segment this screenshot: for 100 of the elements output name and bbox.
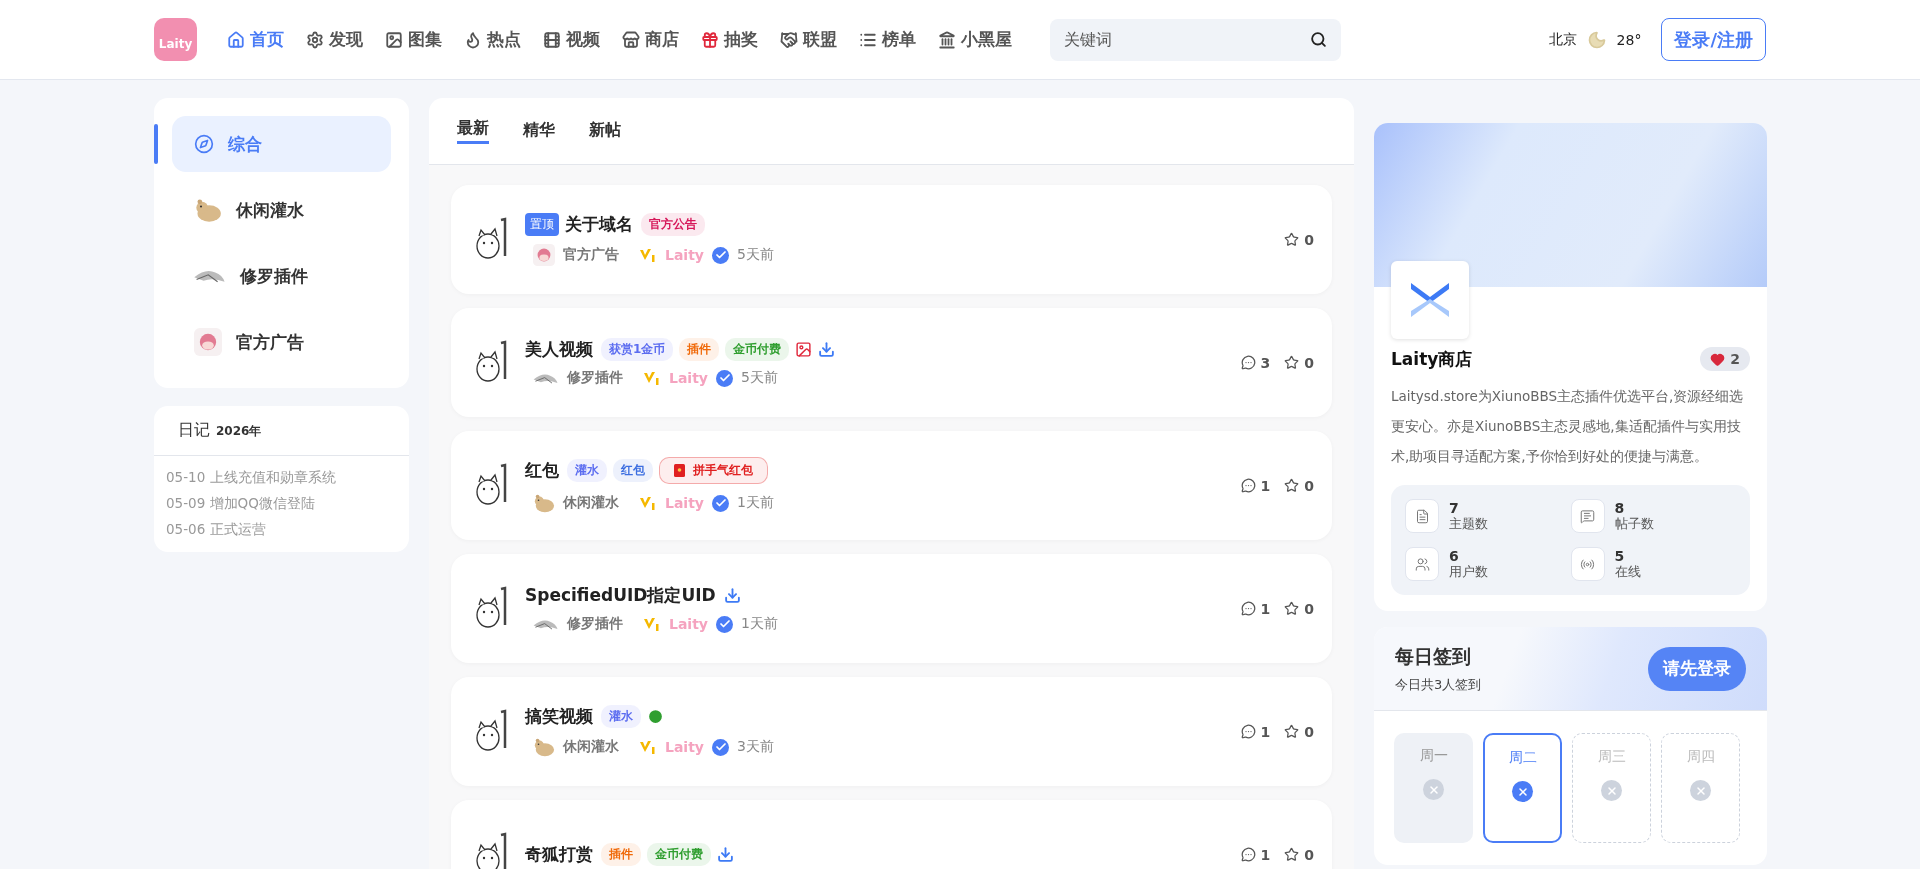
forum-name[interactable]: 修罗插件 — [567, 615, 623, 633]
post-card[interactable]: 奇狐打赏 插件 金币付费 1 0 — [451, 800, 1332, 869]
broadcast-icon — [1570, 547, 1605, 581]
post-tag: 红包 — [613, 459, 653, 482]
comment-count: 1 — [1260, 723, 1271, 740]
cat-avatar-icon — [473, 830, 509, 869]
search-field[interactable]: 关键词 — [1050, 18, 1341, 61]
stat-label: 用户数 — [1449, 563, 1488, 581]
nav-link[interactable]: 热点 — [464, 28, 521, 51]
forum-name[interactable]: 修罗插件 — [567, 369, 623, 387]
diary-entry: 05-10 上线充值和勋章系统 — [165, 468, 337, 487]
download-icon — [717, 846, 734, 863]
bird-icon — [194, 269, 226, 283]
post-title[interactable]: 关于域名 — [565, 213, 633, 236]
post-card[interactable]: SpecifiedUID指定UID 修罗插件 Laity 1天前 1 0 — [451, 554, 1332, 663]
login-button[interactable]: 登录/注册 — [1661, 18, 1766, 61]
star-count: 0 — [1304, 354, 1314, 371]
post-card[interactable]: 搞笑视频 灌水 休闲灌水 Laity 3天前 1 0 — [451, 677, 1332, 786]
forum-name[interactable]: 休闲灌水 — [563, 738, 619, 756]
forum-label: 休闲灌水 — [236, 198, 304, 222]
flame-icon — [464, 30, 482, 49]
star-count: 0 — [1304, 477, 1314, 494]
moon-icon — [1586, 29, 1607, 50]
post-card[interactable]: 红包 灌水 红包 拼手气红包 休闲灌水 Laity 1天前 1 0 — [451, 431, 1332, 540]
vip-badge-icon — [639, 494, 657, 512]
message-icon — [1570, 499, 1605, 533]
post-title[interactable]: SpecifiedUID指定UID — [525, 584, 716, 607]
not-checked-icon — [1423, 779, 1444, 800]
diary-title: 日记 — [178, 420, 210, 441]
post-time: 3天前 — [737, 738, 774, 756]
verified-icon — [716, 615, 733, 633]
stat-value: 5 — [1614, 547, 1626, 564]
store-icon — [622, 30, 640, 49]
download-icon — [723, 587, 741, 604]
pinned-label: 置顶 — [525, 213, 559, 236]
post-title[interactable]: 搞笑视频 — [525, 705, 593, 728]
login-prompt-button[interactable]: 请先登录 — [1648, 646, 1746, 691]
vip-badge-icon — [643, 615, 661, 633]
tab[interactable]: 精华 — [523, 119, 555, 143]
post-card[interactable]: 美人视频 获赏1金币 插件 金币付费 修罗插件 Laity 5天前 3 0 — [451, 308, 1332, 417]
handshake-icon — [780, 30, 798, 49]
stat-label: 帖子数 — [1614, 515, 1654, 533]
post-title[interactable]: 美人视频 — [525, 338, 593, 361]
comment-icon — [1240, 355, 1256, 370]
stat-label: 在线 — [1614, 563, 1641, 581]
not-checked-icon — [1690, 780, 1711, 801]
store-description: Laitysd.store为XiunoBBS主态插件优选平台,资源经细选更安心。亦是XiunoBBS主态灵感地,集适配插件与实用技术,助项目寻适配方案,予你恰到好处的便捷与满意。 — [1391, 387, 1745, 466]
tag-label: 拼手气红包 — [693, 462, 753, 479]
comment-count: 3 — [1260, 354, 1271, 371]
star-count: 0 — [1304, 846, 1314, 863]
star-count: 0 — [1304, 723, 1314, 740]
stat-value: 6 — [1449, 547, 1460, 564]
image-icon — [385, 30, 403, 49]
nav-link[interactable]: 首页 — [227, 28, 284, 51]
tab[interactable]: 最新 — [457, 118, 489, 144]
diary-entry: 05-06 正式运营 — [165, 520, 267, 539]
nav-link[interactable]: 商店 — [622, 28, 679, 51]
weather-city: 北京 — [1548, 30, 1577, 49]
download-icon — [818, 341, 836, 358]
post-title[interactable]: 奇狐打赏 — [525, 843, 593, 866]
image-icon — [795, 341, 813, 358]
nav-link[interactable]: 榜单 — [859, 28, 916, 51]
not-checked-icon — [1512, 781, 1533, 802]
hamster-icon — [533, 492, 555, 514]
star-count: 0 — [1304, 231, 1314, 248]
nav-link[interactable]: 联盟 — [780, 28, 837, 51]
bird-icon — [533, 618, 559, 630]
girl-avatar-icon — [194, 328, 222, 356]
day-label: 周一 — [1419, 747, 1448, 765]
comment-count: 1 — [1260, 477, 1271, 494]
verified-icon — [712, 494, 729, 512]
tab[interactable]: 新帖 — [589, 119, 621, 143]
users-icon — [1405, 547, 1439, 581]
forum-name[interactable]: 官方广告 — [563, 246, 619, 264]
nav-link[interactable]: 视频 — [543, 28, 600, 51]
vip-badge-icon — [643, 369, 661, 387]
forum-item[interactable]: 官方广告 — [172, 314, 391, 370]
search-icon[interactable] — [1310, 30, 1327, 48]
nav-link[interactable]: 小黑屋 — [938, 28, 1012, 51]
not-checked-icon — [1601, 780, 1622, 801]
forum-item[interactable]: 休闲灌水 — [172, 182, 391, 238]
girl-avatar-icon — [533, 244, 555, 266]
compass-icon — [194, 134, 214, 154]
forum-name[interactable]: 休闲灌水 — [563, 494, 619, 512]
forum-item[interactable]: 修罗插件 — [172, 248, 391, 304]
verified-icon — [716, 369, 733, 387]
day-label: 周四 — [1686, 748, 1715, 766]
nav-link[interactable]: 图集 — [385, 28, 442, 51]
nav-link[interactable]: 抽奖 — [701, 28, 758, 51]
post-card[interactable]: 置顶 关于域名 官方公告 官方广告 Laity 5天前 0 — [451, 185, 1332, 294]
post-title[interactable]: 红包 — [525, 459, 559, 482]
stat-value: 7 — [1449, 499, 1460, 516]
forum-label: 综合 — [228, 132, 262, 156]
nav-link[interactable]: 发现 — [306, 28, 363, 51]
gear-icon — [306, 30, 324, 49]
like-button[interactable]: 2 — [1700, 347, 1750, 371]
comment-icon — [1240, 478, 1256, 493]
document-icon — [1405, 499, 1439, 533]
post-tag: 灌水 — [601, 705, 641, 728]
day-label: 周二 — [1508, 749, 1537, 767]
